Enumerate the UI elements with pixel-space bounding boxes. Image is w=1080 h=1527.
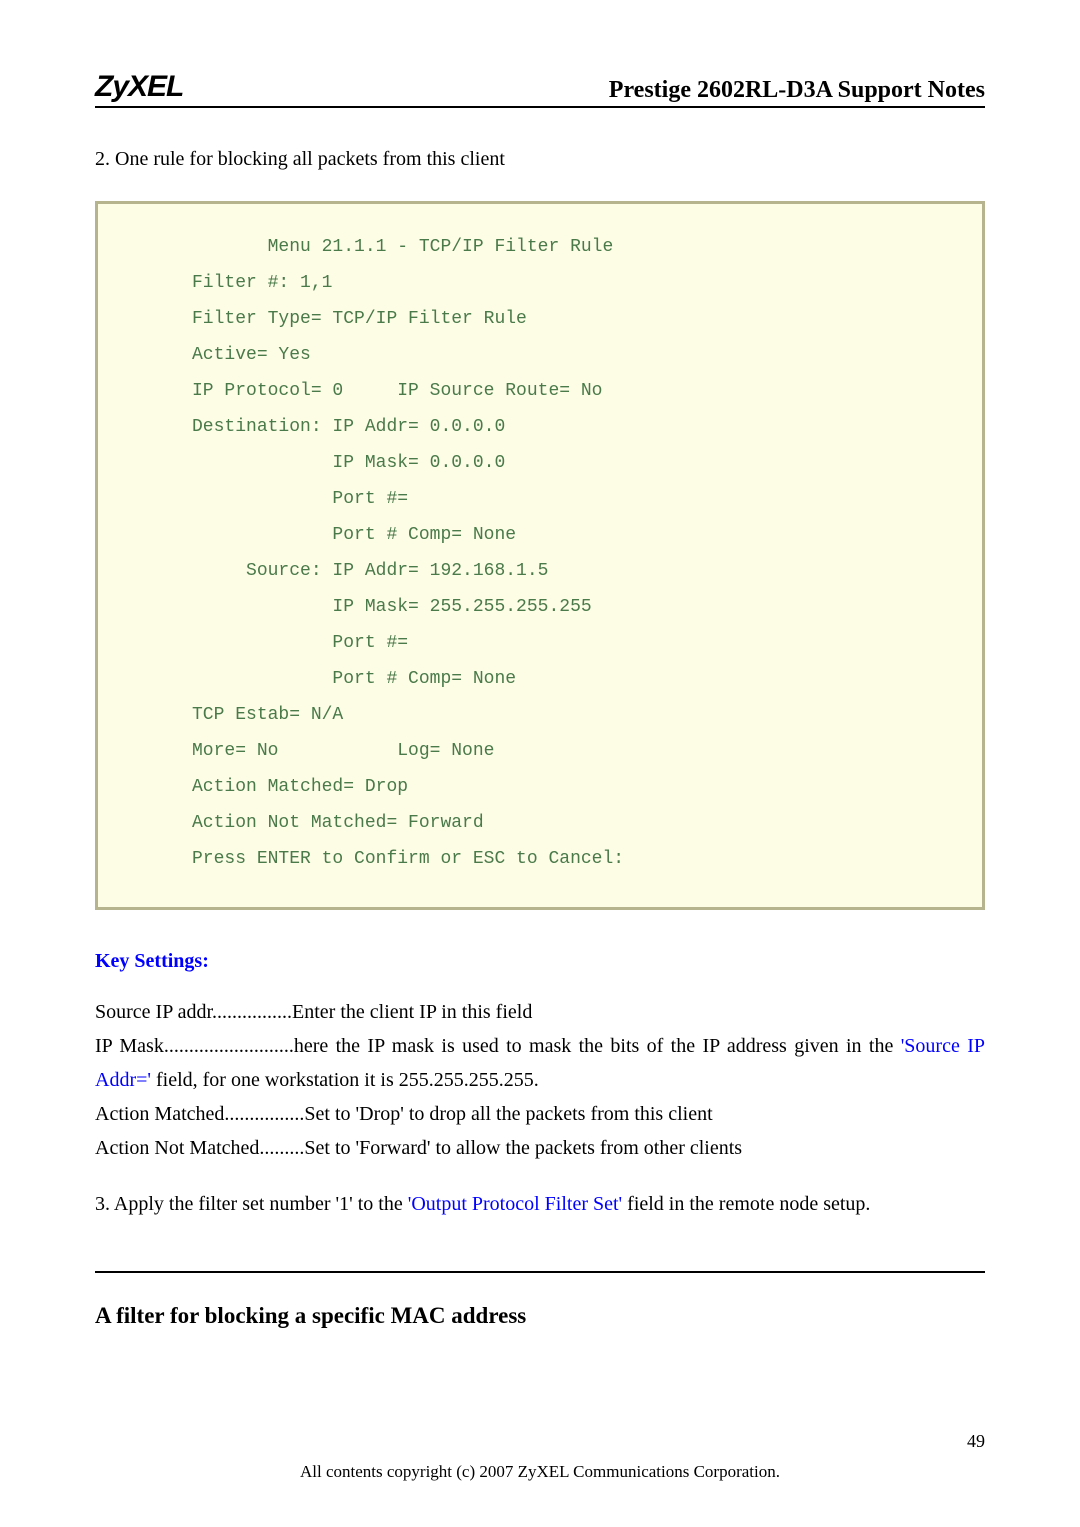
apply-suffix: field in the remote node setup.: [622, 1193, 870, 1215]
apply-prefix: 3. Apply the filter set number '1' to th…: [95, 1193, 408, 1215]
copyright-footer: All contents copyright (c) 2007 ZyXEL Co…: [0, 1462, 1080, 1482]
page-number: 49: [967, 1431, 985, 1452]
header-title: Prestige 2602RL-D3A Support Notes: [609, 77, 985, 104]
page-container: ZyXEL Prestige 2602RL-D3A Support Notes …: [0, 0, 1080, 1389]
brand-logo: ZyXEL: [95, 70, 183, 104]
apply-highlight: 'Output Protocol Filter Set': [408, 1193, 622, 1215]
key-settings-heading: Key Settings:: [95, 950, 985, 973]
apply-filter-paragraph: 3. Apply the filter set number '1' to th…: [95, 1193, 985, 1216]
setting-action-not-matched: Action Not Matched.........Set to 'Forwa…: [95, 1137, 742, 1159]
page-header: ZyXEL Prestige 2602RL-D3A Support Notes: [95, 70, 985, 108]
section-divider: [95, 1271, 985, 1273]
setting-ip-mask-suffix: field, for one workstation it is 255.255…: [151, 1069, 539, 1091]
setting-ip-mask-prefix: IP Mask..........................here th…: [95, 1035, 901, 1057]
intro-paragraph: 2. One rule for blocking all packets fro…: [95, 148, 985, 171]
subsection-heading: A filter for blocking a specific MAC add…: [95, 1303, 985, 1329]
setting-source-ip: Source IP addr................Enter the …: [95, 1001, 532, 1023]
setting-action-matched: Action Matched................Set to 'Dr…: [95, 1103, 713, 1125]
key-settings-body: Source IP addr................Enter the …: [95, 995, 985, 1165]
terminal-code-block: Menu 21.1.1 - TCP/IP Filter Rule Filter …: [95, 201, 985, 910]
